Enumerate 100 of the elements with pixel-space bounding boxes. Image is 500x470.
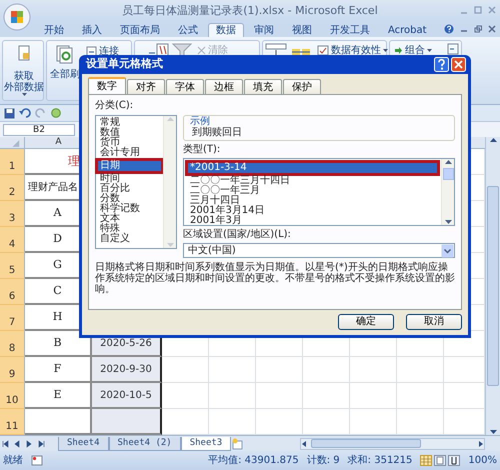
ribbon-tab[interactable]: 插入 bbox=[74, 23, 110, 37]
horizontal-scrollbar[interactable] bbox=[300, 438, 485, 450]
row-header[interactable]: 4 bbox=[0, 227, 25, 253]
zoom-level[interactable]: 100% bbox=[468, 453, 497, 468]
description-text: 日期格式将日期和时间系列数值显示为日期值。以星号(*)开头的日期格式响应操作系统特定的区域日期和时间设置的更改。不带星号的格式不受操作系统设置的影响。 bbox=[95, 262, 455, 295]
scroll-thumb[interactable] bbox=[442, 168, 454, 180]
scroll-down-icon[interactable] bbox=[444, 219, 452, 225]
scroll-up-icon[interactable] bbox=[444, 159, 452, 165]
normal-view-icon[interactable] bbox=[420, 455, 432, 466]
selected-cell: 2020-10-5 bbox=[92, 383, 162, 409]
group-button[interactable]: 组合 bbox=[392, 43, 434, 57]
ribbon-tab[interactable]: 页面布局 bbox=[112, 23, 168, 37]
vertical-scrollbar[interactable] bbox=[485, 137, 500, 435]
save-icon[interactable] bbox=[4, 108, 15, 118]
row-header[interactable]: 9 bbox=[0, 357, 25, 383]
scroll-thumb[interactable] bbox=[311, 439, 421, 448]
ok-button[interactable]: 确定 bbox=[338, 314, 394, 330]
scroll-thumb[interactable] bbox=[487, 186, 499, 386]
sheet-tab[interactable]: Sheet4 bbox=[58, 436, 109, 450]
dialog-title: 设置单元格格式 bbox=[86, 56, 163, 72]
row-header[interactable]: 8 bbox=[0, 331, 25, 357]
clear-icon bbox=[197, 45, 206, 55]
dialog-tab[interactable]: 字体 bbox=[166, 79, 204, 94]
previous-sheet-icon[interactable] bbox=[14, 440, 22, 448]
row-header[interactable]: 6 bbox=[0, 279, 25, 305]
cancel-button[interactable]: 取消 bbox=[406, 314, 462, 330]
link-icon bbox=[86, 46, 97, 56]
group-legend: 示例 bbox=[190, 116, 448, 127]
close-button[interactable] bbox=[451, 57, 466, 72]
category-item[interactable]: 会计专用 bbox=[98, 148, 161, 158]
window-title: 员工每日体温测量记录表(1).xlsx - Microsoft Excel bbox=[122, 2, 378, 19]
ribbon-tab[interactable]: 视图 bbox=[284, 23, 320, 37]
refresh-icon bbox=[56, 45, 74, 65]
category-item[interactable]: 常规 bbox=[98, 118, 161, 128]
type-item[interactable]: 二〇〇一年三月十四日 bbox=[188, 176, 437, 186]
selected-cell: 2020-9-30 bbox=[92, 357, 162, 383]
caret-icon bbox=[22, 93, 26, 96]
category-item[interactable]: 日期 bbox=[98, 161, 161, 171]
sheet-tab[interactable]: Sheet4 (2) bbox=[108, 436, 181, 450]
status-text: 就绪 bbox=[3, 454, 23, 468]
category-item[interactable]: 自定义 bbox=[98, 234, 161, 244]
row-header[interactable]: 3 bbox=[0, 201, 25, 227]
type-item[interactable]: 二〇〇一年三月 bbox=[188, 186, 437, 196]
next-sheet-icon[interactable] bbox=[26, 440, 34, 448]
scroll-left-icon[interactable] bbox=[301, 440, 307, 448]
row-header[interactable]: 11 bbox=[0, 409, 25, 435]
sheet-tab[interactable]: Sheet3 bbox=[180, 436, 232, 450]
row-header[interactable]: 2 bbox=[0, 175, 25, 201]
category-item[interactable]: 分数 bbox=[98, 194, 161, 204]
sample-value: 到期赎回日 bbox=[191, 127, 243, 138]
category-item[interactable]: 时间 bbox=[98, 174, 161, 184]
dialog-tab[interactable]: 保护 bbox=[283, 79, 321, 94]
ribbon-tab[interactable]: 开发工具 bbox=[322, 23, 378, 37]
type-item[interactable]: *2001-3-14 bbox=[188, 163, 437, 173]
category-item[interactable]: 科学记数 bbox=[98, 204, 161, 214]
close-icon[interactable] bbox=[488, 25, 496, 33]
row-header[interactable]: 7 bbox=[0, 305, 25, 331]
dialog-tab[interactable]: 对齐 bbox=[127, 79, 165, 94]
outline-icon[interactable] bbox=[447, 43, 459, 55]
filter-icon[interactable] bbox=[172, 43, 192, 57]
status-average: 平均值: 43901.875 bbox=[208, 454, 299, 468]
type-item[interactable]: 三月十四日 bbox=[188, 196, 437, 206]
page-break-view-icon[interactable] bbox=[448, 455, 460, 466]
type-item[interactable]: 2001年3月14日 bbox=[188, 206, 437, 216]
name-box[interactable]: B2 bbox=[3, 124, 75, 136]
status-sum: 求和: 351215 bbox=[348, 454, 412, 468]
help-button[interactable] bbox=[434, 57, 449, 72]
ribbon-tab[interactable]: 开始 bbox=[36, 23, 72, 37]
list-scrollbar[interactable] bbox=[441, 159, 454, 225]
category-item[interactable]: 货币 bbox=[98, 138, 161, 148]
scroll-right-icon[interactable] bbox=[478, 440, 484, 448]
macro-record-icon[interactable] bbox=[31, 455, 43, 466]
dialog-tab[interactable]: 边框 bbox=[205, 79, 243, 94]
row-header[interactable]: 5 bbox=[0, 253, 25, 279]
help-icon[interactable] bbox=[444, 24, 454, 34]
type-item[interactable]: 2001年3月 bbox=[188, 216, 437, 226]
last-sheet-icon[interactable] bbox=[38, 440, 46, 448]
ribbon-tab[interactable]: Acrobat bbox=[380, 23, 435, 37]
undo-icon[interactable] bbox=[19, 108, 31, 118]
circle-icon[interactable] bbox=[51, 108, 61, 118]
dialog-tab[interactable]: 填充 bbox=[244, 79, 282, 94]
row-header[interactable]: 10 bbox=[0, 383, 25, 409]
category-item[interactable]: 数值 bbox=[98, 128, 161, 138]
caret-icon bbox=[427, 48, 432, 52]
row-header[interactable]: 1 bbox=[0, 149, 25, 175]
text-to-columns-icon[interactable] bbox=[265, 43, 287, 57]
category-item[interactable]: 百分比 bbox=[98, 184, 161, 194]
dialog-tab[interactable]: 数字 bbox=[88, 77, 126, 94]
restore-icon[interactable] bbox=[474, 25, 482, 33]
ribbon-tab[interactable]: 公式 bbox=[170, 23, 206, 37]
ribbon-tab[interactable]: 数据 bbox=[208, 23, 244, 37]
ribbon-tab[interactable]: 审阅 bbox=[246, 23, 282, 37]
document-icon bbox=[17, 45, 31, 61]
first-sheet-icon[interactable] bbox=[2, 440, 10, 448]
category-item[interactable]: 特殊 bbox=[98, 224, 161, 234]
field-label: 区域设置(国家/地区)(L): bbox=[183, 228, 292, 242]
category-item[interactable]: 文本 bbox=[98, 214, 161, 224]
caret-icon bbox=[383, 48, 388, 52]
insert-sheet-icon[interactable] bbox=[231, 438, 246, 450]
locale-dropdown[interactable]: 中文(中国) bbox=[183, 243, 455, 258]
